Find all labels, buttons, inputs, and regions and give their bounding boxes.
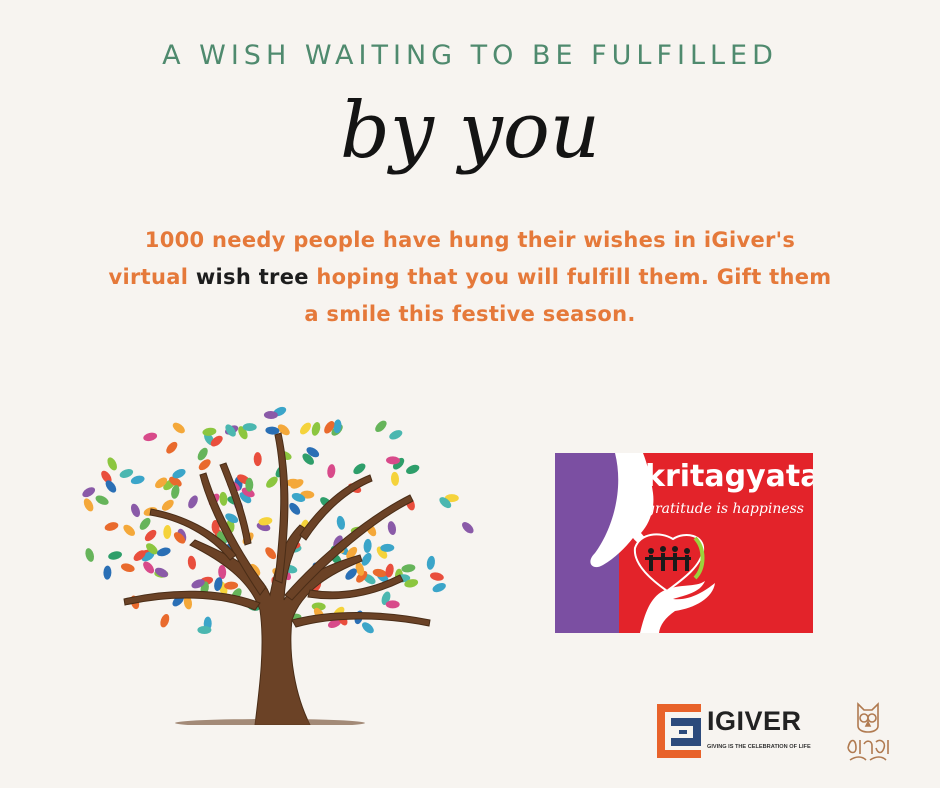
tree-leaf	[187, 555, 196, 570]
tree-ground	[175, 719, 365, 725]
tree-leaf	[123, 524, 136, 536]
kritagyata-tagline: gratitude is happiness	[646, 501, 804, 517]
tree-leaf	[160, 613, 170, 628]
tree-leaf	[430, 572, 444, 581]
tree-leaf	[188, 495, 198, 509]
message: 1000 needy people have hung their wishes…	[60, 222, 880, 333]
message-line-1: 1000 needy people have hung their wishes…	[144, 228, 796, 252]
igiver-name: IGIVER	[707, 706, 802, 736]
tree-leaf	[406, 464, 420, 474]
tree-leaf	[197, 626, 212, 634]
tree-leaf	[385, 600, 400, 609]
tree-leaf	[327, 464, 336, 479]
tree-leaf	[375, 420, 387, 433]
tree-leaf	[130, 475, 145, 485]
tree-leaf	[218, 565, 227, 579]
tree-leaf	[82, 487, 96, 498]
tree-leaf	[143, 561, 155, 574]
tree-leaf	[265, 547, 277, 560]
tree-leaf	[161, 499, 174, 511]
tree-leaf	[143, 432, 158, 442]
tree-leaf	[103, 565, 112, 580]
igiver-mark-icon	[657, 704, 701, 758]
script-by-you: by you	[339, 86, 601, 176]
tree-leaf	[242, 423, 257, 432]
tree-leaf	[104, 522, 119, 531]
tree-leaf	[426, 555, 435, 570]
tree-leaf	[253, 452, 262, 467]
tree-leaf	[336, 515, 346, 530]
tree-leaf	[353, 463, 366, 475]
message-line-2a: virtual	[108, 265, 189, 289]
kritagyata-title: kritagyata	[645, 459, 813, 494]
tree-leaf	[163, 525, 172, 539]
tree-leaf	[401, 564, 416, 573]
tree-leaf	[387, 521, 397, 536]
tree-leaf	[363, 538, 372, 553]
message-line-3: a smile this festive season.	[304, 302, 636, 326]
tree-leaf	[300, 422, 311, 435]
tree-leaf	[131, 503, 140, 518]
headline: A WISH WAITING TO BE FULFILLED	[162, 40, 778, 71]
tree-leaf	[432, 583, 446, 593]
tree-leaf	[107, 457, 117, 471]
tree-leaf	[157, 547, 171, 557]
tree-leaf	[462, 522, 474, 534]
tree-leaf	[139, 517, 151, 530]
igiver-tagline: GIVING IS THE CELEBRATION OF LIFE	[707, 744, 811, 750]
message-highlight: wish tree	[195, 265, 309, 289]
tree-leaf	[120, 563, 135, 572]
tree-leaf	[85, 548, 95, 562]
message-line-2b: hoping that you will fulfill them. Gift …	[316, 265, 832, 289]
tree-leaf	[108, 551, 122, 560]
tree-leaf	[83, 498, 94, 512]
tree-leaf	[390, 471, 400, 486]
owl-logo	[847, 702, 889, 761]
tree-leaf	[389, 430, 403, 440]
tree-leaf	[119, 469, 134, 478]
tree-leaf	[95, 495, 109, 505]
tree-leaf	[166, 441, 178, 454]
igiver-logo: IGIVER GIVING IS THE CELEBRATION OF LIFE	[657, 704, 817, 764]
tree-leaf	[289, 502, 301, 515]
tree-leaf	[362, 622, 374, 634]
kritagyata-logo: kritagyata gratitude is happiness	[555, 453, 813, 633]
tree-leaf	[172, 422, 185, 434]
wish-tree-illustration	[82, 406, 474, 725]
tree-leaf	[144, 529, 157, 542]
tree-leaf	[219, 491, 228, 506]
tree-leaf	[245, 477, 254, 492]
tree-leaf	[311, 422, 321, 436]
